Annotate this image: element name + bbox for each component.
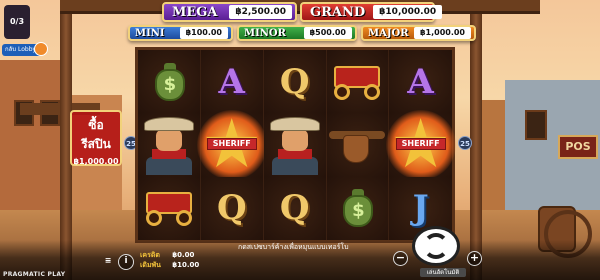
paylines-badge-right: 25 (458, 136, 472, 150)
cowboy-icon (140, 115, 198, 175)
respin-label: รีสปิน (81, 137, 111, 151)
increase-bet-button[interactable]: + (467, 251, 482, 266)
buy-price: ฿1,000.00 (73, 157, 119, 166)
reel-cell: SHERIFF (385, 109, 456, 180)
money-glyph: $ (343, 195, 374, 228)
reel-cell: $ (138, 50, 201, 114)
jackpot-mega: MEGA ฿2,500.00 (162, 2, 297, 22)
sheriff-label: SHERIFF (395, 137, 446, 150)
jackpot-name: MINOR (244, 27, 286, 39)
cowboy-icon (266, 115, 324, 175)
money-glyph: $ (154, 68, 185, 101)
symbol-a: A (218, 61, 245, 102)
jackpot-minor: MINOR ฿500.00 (237, 25, 357, 41)
bet-label: เดิมพัน (140, 261, 161, 269)
symbol-j: J (412, 188, 429, 229)
buy-label: ซื้อ (88, 118, 104, 132)
window (525, 110, 547, 140)
reel-cell: A (200, 50, 264, 114)
reel-cell (138, 176, 201, 240)
provider-logo: PRAGMATIC PLAY (3, 271, 66, 278)
info-button[interactable]: i (118, 254, 134, 270)
symbol-q: Q (279, 188, 310, 229)
jackpot-value: ฿500.00 (303, 27, 352, 39)
stagecoach-icon (140, 188, 198, 228)
sheriff-badge-icon: SHERIFF (196, 109, 267, 180)
reel-cell (326, 50, 390, 114)
reel-grid[interactable]: $ A Q A SHERIFF SHERIFF Q Q $ J (135, 47, 456, 243)
jackpot-value: ฿100.00 (179, 27, 228, 39)
turbo-hint: กดสเปซบาร์ค้างเพื่อหมุนแบบเทอร์โบ (238, 243, 349, 251)
reel-cell (326, 113, 390, 177)
menu-icon[interactable]: ≡ (102, 256, 114, 268)
jackpot-name: MAJOR (368, 27, 409, 39)
symbol-a: A (407, 61, 434, 102)
jackpot-mini: MINI ฿100.00 (128, 25, 233, 41)
spin-arrows-icon (423, 233, 449, 259)
money-bag-icon: $ (151, 61, 187, 103)
jackpot-grand: GRAND ฿10,000.00 (300, 2, 443, 22)
jackpot-name: GRAND (310, 4, 366, 20)
sheriff-badge-icon: SHERIFF (385, 109, 456, 180)
reel-cell (138, 113, 201, 177)
spin-button[interactable] (412, 226, 460, 266)
reel-cell: Q (200, 176, 264, 240)
autoplay-button[interactable]: เล่นอัตโนมัติ (420, 268, 466, 277)
jackpot-value: ฿1,000.00 (413, 27, 471, 39)
jackpot-value: ฿10,000.00 (373, 5, 443, 19)
jackpot-name: MINI (135, 27, 165, 39)
symbol-q: Q (216, 188, 247, 229)
post-office-sign: POS (558, 135, 598, 159)
reel-cell: Q (263, 176, 327, 240)
symbol-q: Q (279, 61, 310, 102)
sheriff-label: SHERIFF (206, 137, 257, 150)
freespin-counter: 0/3 (4, 5, 30, 39)
decrease-bet-button[interactable]: − (393, 251, 408, 266)
reel-cell: A (389, 50, 452, 114)
holster-icon (329, 125, 386, 165)
lobby-icon[interactable] (34, 42, 48, 56)
reel-cell: $ (326, 176, 390, 240)
reel-cell (263, 113, 327, 177)
bet-row: เดิมพัน ฿10.00 (140, 260, 199, 271)
money-bag-icon: $ (339, 187, 375, 229)
buy-respin-button[interactable]: ซื้อ รีสปิน ฿1,000.00 (70, 110, 122, 166)
reel-cell: SHERIFF (196, 109, 267, 180)
bet-value: ฿10.00 (172, 261, 200, 269)
stagecoach-icon (328, 62, 386, 102)
wooden-post (470, 0, 482, 280)
jackpot-name: MEGA (172, 4, 218, 20)
jackpot-value: ฿2,500.00 (229, 5, 292, 19)
freespin-count: 0/3 (9, 17, 25, 26)
jackpot-major: MAJOR ฿1,000.00 (361, 25, 476, 41)
credit-value: ฿0.00 (172, 251, 195, 259)
reel-cell: Q (263, 50, 327, 114)
